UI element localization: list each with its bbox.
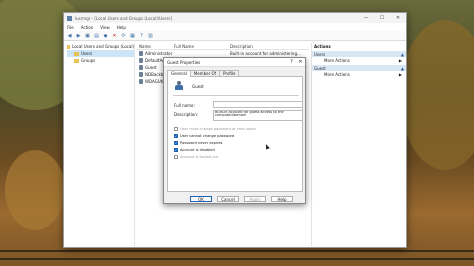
actions-pane: Actions Users ▲ More Actions ▶ Guest ▲ M… xyxy=(311,43,406,246)
close-button[interactable]: ✕ xyxy=(390,15,406,21)
password-never-expires-checkbox[interactable]: ✓ Password never expires xyxy=(174,141,222,145)
user-name: Administrator xyxy=(145,51,173,56)
username-label: Guest xyxy=(192,84,204,89)
console-tree: Local Users and Groups (Local) Users Gro… xyxy=(67,43,135,246)
dialog-help-button[interactable]: ? xyxy=(287,59,296,65)
full-name-label: Full name: xyxy=(174,103,195,108)
forward-arrow-icon[interactable]: ▶ xyxy=(75,32,82,39)
checkbox-box xyxy=(174,155,178,159)
menu-file[interactable]: File xyxy=(67,25,74,30)
maximize-button[interactable]: ☐ xyxy=(374,15,390,21)
menu-action[interactable]: Action xyxy=(81,25,94,30)
user-name: NDBackb xyxy=(145,72,164,77)
user-description: Built-in account for administering... xyxy=(230,51,301,56)
background-rail xyxy=(0,258,474,260)
user-avatar-icon xyxy=(175,81,183,90)
minimize-button[interactable]: — xyxy=(358,15,374,21)
properties-icon[interactable]: ▥ xyxy=(147,32,154,39)
checkbox-label: User cannot change password xyxy=(180,134,235,138)
actions-section-title: Users xyxy=(314,51,326,57)
must-change-password-checkbox: User must change password at next logon xyxy=(174,127,256,131)
more-actions-guest[interactable]: More Actions ▶ xyxy=(312,71,406,78)
checkmark-icon: ✓ xyxy=(174,134,178,138)
description-label: Description: xyxy=(174,112,199,117)
list-header: Name Full Name Description xyxy=(137,43,309,50)
account-locked-out-checkbox: Account is locked out xyxy=(174,155,218,159)
user-icon xyxy=(139,65,143,70)
menu-view[interactable]: View xyxy=(100,25,110,30)
account-disabled-checkbox[interactable]: ✓ Account is disabled xyxy=(174,148,215,152)
more-actions-label: More Actions xyxy=(324,58,350,63)
up-folder-icon[interactable]: ▣ xyxy=(84,32,91,39)
guest-properties-dialog: Guest Properties ? ✕ General Member Of P… xyxy=(163,57,306,204)
checkbox-label: Password never expires xyxy=(180,141,223,145)
actions-section-title: Guest xyxy=(314,65,326,71)
list-row-administrator[interactable]: Administrator Built-in account for admin… xyxy=(137,50,309,57)
tab-general[interactable]: General xyxy=(167,70,191,77)
computer-management-icon xyxy=(67,15,72,21)
tree-item-groups[interactable]: Groups xyxy=(67,57,134,64)
tree-item-label: Groups xyxy=(81,58,96,63)
full-name-field[interactable] xyxy=(213,101,303,108)
checkbox-label: User must change password at next logon xyxy=(180,127,256,131)
collapse-arrow-icon[interactable]: ▲ xyxy=(401,52,404,57)
user-name: Guest xyxy=(145,65,157,70)
column-header-full-name[interactable]: Full Name xyxy=(174,44,194,49)
dialog-close-button[interactable]: ✕ xyxy=(296,59,305,65)
checkbox-label: Account is locked out xyxy=(180,155,219,159)
checkbox-label: Account is disabled xyxy=(180,148,215,152)
apply-button[interactable]: Apply xyxy=(244,196,266,202)
dialog-title-bar[interactable]: Guest Properties ? ✕ xyxy=(164,58,305,67)
background-foliage xyxy=(5,150,65,230)
help-icon[interactable]: ? xyxy=(138,32,145,39)
user-icon xyxy=(139,58,143,63)
help-button[interactable]: Help xyxy=(271,196,293,202)
actions-header: Actions xyxy=(314,44,331,49)
toolbar: ◀ ▶ ▣ ▤ ◆ ✕ ⟳ ▦ ? ▥ xyxy=(64,31,406,41)
submenu-arrow-icon: ▶ xyxy=(398,58,402,63)
general-tab-panel: Guest Full name: Description: Built-in a… xyxy=(167,76,303,192)
checkbox-box xyxy=(174,127,178,131)
dialog-buttons: OK Cancel Apply Help xyxy=(190,196,298,202)
background-foliage xyxy=(400,20,474,170)
computer-icon xyxy=(67,44,71,49)
description-field[interactable]: Built-in account for guest access to the… xyxy=(213,110,303,121)
user-icon xyxy=(139,51,143,56)
user-icon xyxy=(139,72,143,77)
cannot-change-password-checkbox[interactable]: ✓ User cannot change password xyxy=(174,134,234,138)
divider xyxy=(173,95,299,96)
tree-root[interactable]: Local Users and Groups (Local) xyxy=(67,43,134,50)
checkmark-icon: ✓ xyxy=(174,148,178,152)
cancel-button[interactable]: Cancel xyxy=(217,196,239,202)
folder-icon xyxy=(74,58,79,63)
column-header-description[interactable]: Description xyxy=(230,44,253,49)
tree-item-label: Users xyxy=(81,51,93,56)
more-actions-label: More Actions xyxy=(324,72,350,77)
new-user-icon[interactable]: ◆ xyxy=(102,32,109,39)
menu-help[interactable]: Help xyxy=(117,25,126,30)
dialog-title: Guest Properties xyxy=(167,59,201,65)
background-rail xyxy=(0,250,474,252)
menu-bar: File Action View Help xyxy=(64,23,406,31)
refresh-icon[interactable]: ⟳ xyxy=(120,32,127,39)
collapse-arrow-icon[interactable]: ▲ xyxy=(401,66,404,71)
back-arrow-icon[interactable]: ◀ xyxy=(66,32,73,39)
tree-root-label: Local Users and Groups (Local) xyxy=(72,44,134,49)
folder-icon xyxy=(74,51,79,56)
tree-item-users[interactable]: Users xyxy=(67,50,134,57)
export-list-icon[interactable]: ▦ xyxy=(129,32,136,39)
submenu-arrow-icon: ▶ xyxy=(398,72,402,77)
user-icon xyxy=(139,79,143,84)
show-hide-tree-icon[interactable]: ▤ xyxy=(93,32,100,39)
ok-button[interactable]: OK xyxy=(190,196,212,202)
column-header-name[interactable]: Name xyxy=(139,44,151,49)
checkmark-icon: ✓ xyxy=(174,141,178,145)
delete-icon[interactable]: ✕ xyxy=(111,32,118,39)
title-bar[interactable]: lusrmgr - [Local Users and Groups (Local… xyxy=(64,13,406,23)
window-title: lusrmgr - [Local Users and Groups (Local… xyxy=(75,15,172,21)
more-actions-users[interactable]: More Actions ▶ xyxy=(312,57,406,64)
